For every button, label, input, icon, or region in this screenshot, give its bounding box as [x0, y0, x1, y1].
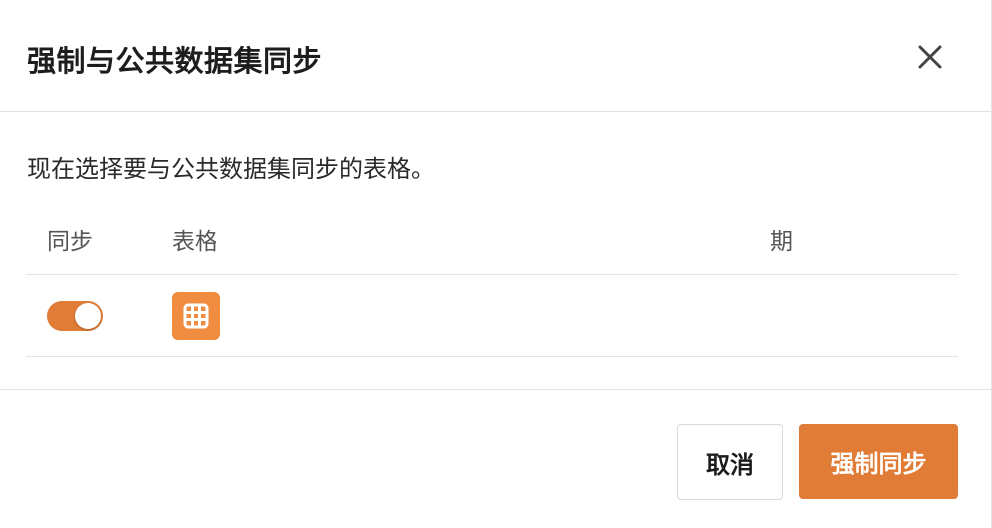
- sync-dialog: 强制与公共数据集同步 现在选择要与公共数据集同步的表格。 同步 表格 日期: [0, 0, 992, 528]
- dialog-header: 强制与公共数据集同步: [0, 0, 991, 112]
- cancel-button[interactable]: 取消: [677, 424, 783, 500]
- column-header-sync: 同步: [47, 229, 93, 255]
- toggle-knob: [75, 303, 101, 329]
- description-text: 现在选择要与公共数据集同步的表格。: [27, 155, 435, 179]
- dialog-title: 强制与公共数据集同步: [27, 44, 323, 78]
- close-icon: [918, 45, 942, 69]
- close-button[interactable]: [911, 38, 949, 76]
- row-divider: [632, 356, 958, 357]
- column-header-date: 日期: [771, 229, 793, 255]
- column-header-table: 表格: [172, 229, 216, 255]
- force-sync-button[interactable]: 强制同步: [799, 424, 958, 499]
- table-grid-icon: [172, 292, 220, 340]
- table-header-divider: [26, 274, 958, 275]
- row-divider: [166, 356, 632, 357]
- dialog-body: 现在选择要与公共数据集同步的表格。 同步 表格 日期: [0, 112, 991, 390]
- dialog-footer: 取消 强制同步: [0, 390, 991, 528]
- sync-toggle[interactable]: [47, 301, 103, 331]
- row-divider: [26, 356, 166, 357]
